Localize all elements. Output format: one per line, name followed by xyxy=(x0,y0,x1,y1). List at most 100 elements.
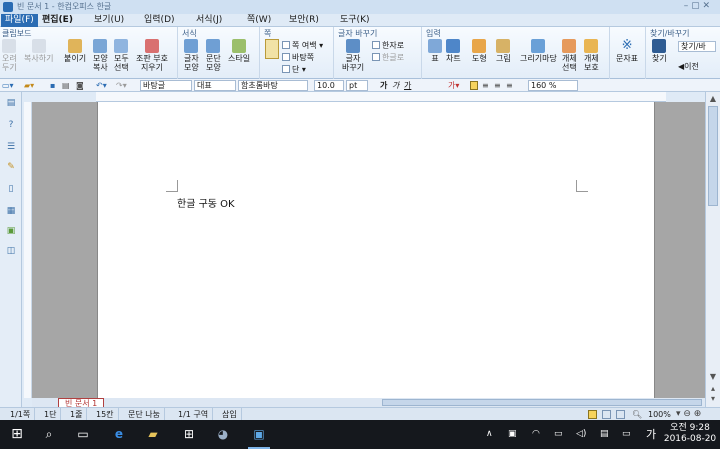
style-button[interactable]: 스타일 xyxy=(228,39,250,63)
find-prev-button[interactable]: ◀이전 xyxy=(678,61,699,72)
file-explorer-icon[interactable]: ▰ xyxy=(142,420,164,449)
copy-label: 복사하기 xyxy=(24,54,54,63)
clip-art-icon[interactable]: ▣ xyxy=(6,226,16,236)
format-copy-button[interactable]: 모양 복사 xyxy=(93,39,108,72)
menu-security[interactable]: 보안(R) xyxy=(285,14,323,27)
copy-button[interactable]: 복사하기 xyxy=(24,39,53,63)
find-button[interactable]: 찾기 xyxy=(652,39,667,63)
ime-indicator[interactable]: 가 xyxy=(646,420,656,449)
unit-select[interactable]: pt xyxy=(346,80,368,91)
document-page[interactable]: 한글 구동 OK xyxy=(97,102,655,398)
table-button[interactable]: 표 xyxy=(428,39,442,63)
help-icon[interactable]: ? xyxy=(6,120,16,130)
view-outline-icon[interactable] xyxy=(616,410,625,419)
shape-button[interactable]: 도형 xyxy=(472,39,487,63)
tray-chevron-icon[interactable]: ∧ xyxy=(486,420,493,449)
vertical-ruler[interactable] xyxy=(24,102,32,398)
page-icon[interactable] xyxy=(265,39,279,59)
obj-select-button[interactable]: 개체 선택 xyxy=(562,39,577,72)
view-web-icon[interactable] xyxy=(602,410,611,419)
menu-format[interactable]: 서식(J) xyxy=(192,14,226,27)
keyboard-icon[interactable]: ▭ xyxy=(622,420,631,449)
cut-button[interactable]: 오려 두기 xyxy=(2,39,17,72)
symbols-button[interactable]: ※ 문자표 xyxy=(616,39,638,64)
list-icon[interactable]: ☰ xyxy=(6,142,16,152)
edge-icon[interactable]: e xyxy=(108,420,130,449)
align-justify-icon[interactable] xyxy=(470,81,478,90)
menu-file[interactable]: 파일(F) xyxy=(1,14,38,27)
open-folder-icon[interactable]: ▰▾ xyxy=(24,80,34,91)
document-body-text[interactable]: 한글 구동 OK xyxy=(177,195,235,210)
horizontal-ruler[interactable] xyxy=(96,92,666,102)
app-tray-icon[interactable]: ◕ xyxy=(212,420,234,449)
prev-page-icon[interactable]: ▴ xyxy=(708,384,718,394)
align-center-icon[interactable]: ≡ xyxy=(494,80,501,91)
para-shape-button[interactable]: 문단 모양 xyxy=(206,39,221,72)
network-icon[interactable]: ▭ xyxy=(554,420,563,449)
undo-icon[interactable]: ↶▾ xyxy=(96,80,107,91)
background-button[interactable]: 바탕쪽 xyxy=(282,52,314,63)
find-replace-box[interactable]: 찾기/바 xyxy=(678,41,716,52)
next-page-icon[interactable]: ▾ xyxy=(708,394,718,404)
chart-button[interactable]: 차트 xyxy=(446,39,461,63)
cond-delete-button[interactable]: 조판 부호 지우기 xyxy=(136,39,168,72)
menu-tools[interactable]: 도구(K) xyxy=(336,14,374,27)
align-left-icon[interactable]: ≡ xyxy=(482,80,489,91)
page-view-icon[interactable]: ▯ xyxy=(6,184,16,194)
align-right-icon[interactable]: ≡ xyxy=(506,80,513,91)
menu-page[interactable]: 쪽(W) xyxy=(243,14,275,27)
margin-button[interactable]: 쪽 여백 ▾ xyxy=(282,40,323,51)
vertical-scrollbar[interactable]: ▲ ▼ ▴ ▾ xyxy=(705,92,720,407)
scroll-up-icon[interactable]: ▲ xyxy=(708,94,718,104)
hwp-taskbar-icon[interactable]: ▣ xyxy=(248,420,270,449)
notification-icon[interactable]: ▤ xyxy=(600,420,609,449)
font-color-icon[interactable]: 가▾ xyxy=(448,80,459,91)
font-select[interactable]: 함초롬바탕 xyxy=(238,80,308,91)
grid-icon[interactable]: ▦ xyxy=(6,206,16,216)
new-doc-icon[interactable]: ▭▾ xyxy=(2,80,14,91)
obj-protect-button[interactable]: 개체 보호 xyxy=(584,39,599,72)
redo-icon[interactable]: ↷▾ xyxy=(116,80,127,91)
picture-button[interactable]: 그림 xyxy=(496,39,511,63)
search-icon[interactable]: ⌕ xyxy=(38,420,60,449)
convert-button[interactable]: 글자 바꾸기 xyxy=(342,39,364,72)
draw-button[interactable]: 그리기마당 xyxy=(520,39,557,63)
hangul-button[interactable]: 한글로 xyxy=(372,52,404,63)
volume-icon[interactable]: ◁) xyxy=(576,420,586,449)
horizontal-scrollbar[interactable] xyxy=(382,399,702,406)
tray-app-icon[interactable]: ▣ xyxy=(508,420,517,449)
format-toolbar: ▭▾ ▰▾ ▪ ▤ ◙ ↶▾ ↷▾ 바탕글 대표 함초롬바탕 10.0 pt 가… xyxy=(0,79,720,92)
menu-view[interactable]: 보기(U) xyxy=(90,14,128,27)
select-all-button[interactable]: 모두 선택 xyxy=(114,39,129,72)
windows-start-icon[interactable]: ⊞ xyxy=(6,420,28,449)
store-icon[interactable]: ⊞ xyxy=(178,420,200,449)
wifi-icon[interactable]: ◠ xyxy=(532,420,540,449)
window-controls[interactable]: – ▢ ✕ xyxy=(600,1,710,13)
shapes-icon[interactable]: ◫ xyxy=(6,246,16,256)
zoom-select[interactable]: 160 % xyxy=(528,80,578,91)
preview-icon[interactable]: ◙ xyxy=(76,80,84,91)
task-view-icon[interactable]: ▭ xyxy=(72,420,94,449)
save-icon[interactable]: ▪ xyxy=(50,80,55,91)
paste-button[interactable]: 붙이기 xyxy=(64,39,86,63)
scroll-thumb[interactable] xyxy=(708,106,718,206)
clock[interactable]: 오전 9:28 2016-08-20 xyxy=(662,423,718,445)
char-shape-button[interactable]: 글자 모양 xyxy=(184,39,199,72)
menu-edit[interactable]: 편집(E) xyxy=(38,14,77,27)
underline-button[interactable]: 가 xyxy=(404,80,411,91)
columns-button[interactable]: 단 ▾ xyxy=(282,64,306,75)
panel-toggle-icon[interactable]: ▤ xyxy=(6,98,16,108)
pen-icon[interactable]: ✎ xyxy=(6,162,16,172)
scroll-down-icon[interactable]: ▼ xyxy=(708,372,718,382)
view-normal-icon[interactable] xyxy=(588,410,597,419)
bold-button[interactable]: 가 xyxy=(380,80,387,91)
italic-button[interactable]: 가 xyxy=(392,80,399,91)
style-select[interactable]: 바탕글 xyxy=(140,80,192,91)
size-input[interactable]: 10.0 xyxy=(314,80,344,91)
document-tab[interactable]: 빈 문서 1 xyxy=(58,398,105,408)
menu-insert[interactable]: 입력(D) xyxy=(140,14,179,27)
app-icon[interactable] xyxy=(3,2,13,12)
print-icon[interactable]: ▤ xyxy=(62,80,70,91)
lang-select[interactable]: 대표 xyxy=(194,80,236,91)
hanja-button[interactable]: 한자로 xyxy=(372,40,404,51)
